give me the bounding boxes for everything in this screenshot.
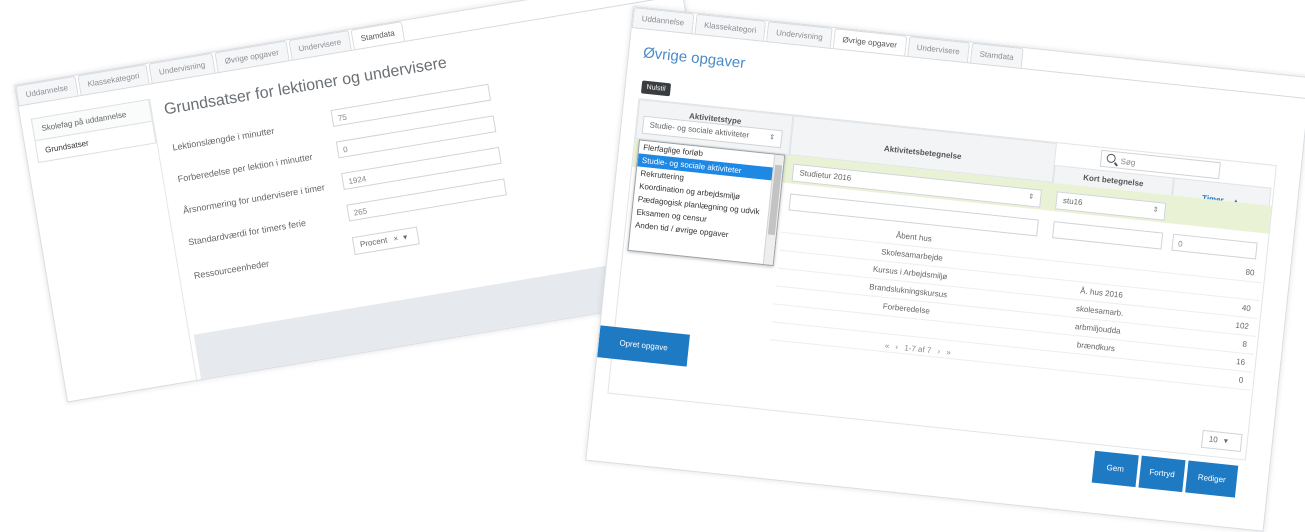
first-page-icon[interactable]: « [884, 341, 889, 350]
clear-icon[interactable]: × [393, 234, 399, 244]
field-label-ferie: Standardværdi for timers ferie [187, 217, 307, 248]
page-size-select[interactable]: 10 ▾ [1200, 429, 1243, 452]
tasks-grid: Aktivitetstype Aktivitetsbetegnelse Kort… [607, 98, 1277, 461]
chevron-down-icon: ▾ [1223, 436, 1229, 446]
sort-icon: ⇕ [1152, 206, 1159, 215]
field-label-lektionslaengde: Lektionslængde i minutter [171, 125, 275, 153]
field-label-aarsnormering: Årsnormering for undervisere i timer [182, 182, 326, 216]
prev-page-icon[interactable]: ‹ [895, 342, 899, 351]
chevron-down-icon: ▾ [402, 232, 408, 242]
search-icon [1106, 153, 1117, 164]
save-button[interactable]: Gem [1091, 450, 1139, 488]
activity-type-dropdown[interactable]: Flerfaglige forløb Studie- og sociale ak… [627, 139, 786, 267]
ressourceenheder-select[interactable]: Procent × ▾ [351, 226, 420, 256]
select-value: Procent [359, 235, 389, 250]
hours-edit-input[interactable]: 0 [1171, 233, 1258, 260]
cancel-button[interactable]: Fortryd [1138, 455, 1186, 493]
sort-icon: ⇕ [768, 133, 776, 142]
field-label-ressourceenheder: Ressourceenheder [193, 258, 270, 281]
page-title: Øvrige opgaver [642, 44, 747, 72]
next-page-icon[interactable]: › [937, 347, 941, 356]
field-label-forberedelse: Forberedelse per lektion i minutter [176, 151, 314, 185]
edit-button[interactable]: Rediger [1185, 460, 1239, 498]
reset-button[interactable]: Nulstil [640, 80, 672, 97]
last-page-icon[interactable]: » [946, 348, 951, 357]
sort-icon: ⇕ [1027, 193, 1035, 201]
